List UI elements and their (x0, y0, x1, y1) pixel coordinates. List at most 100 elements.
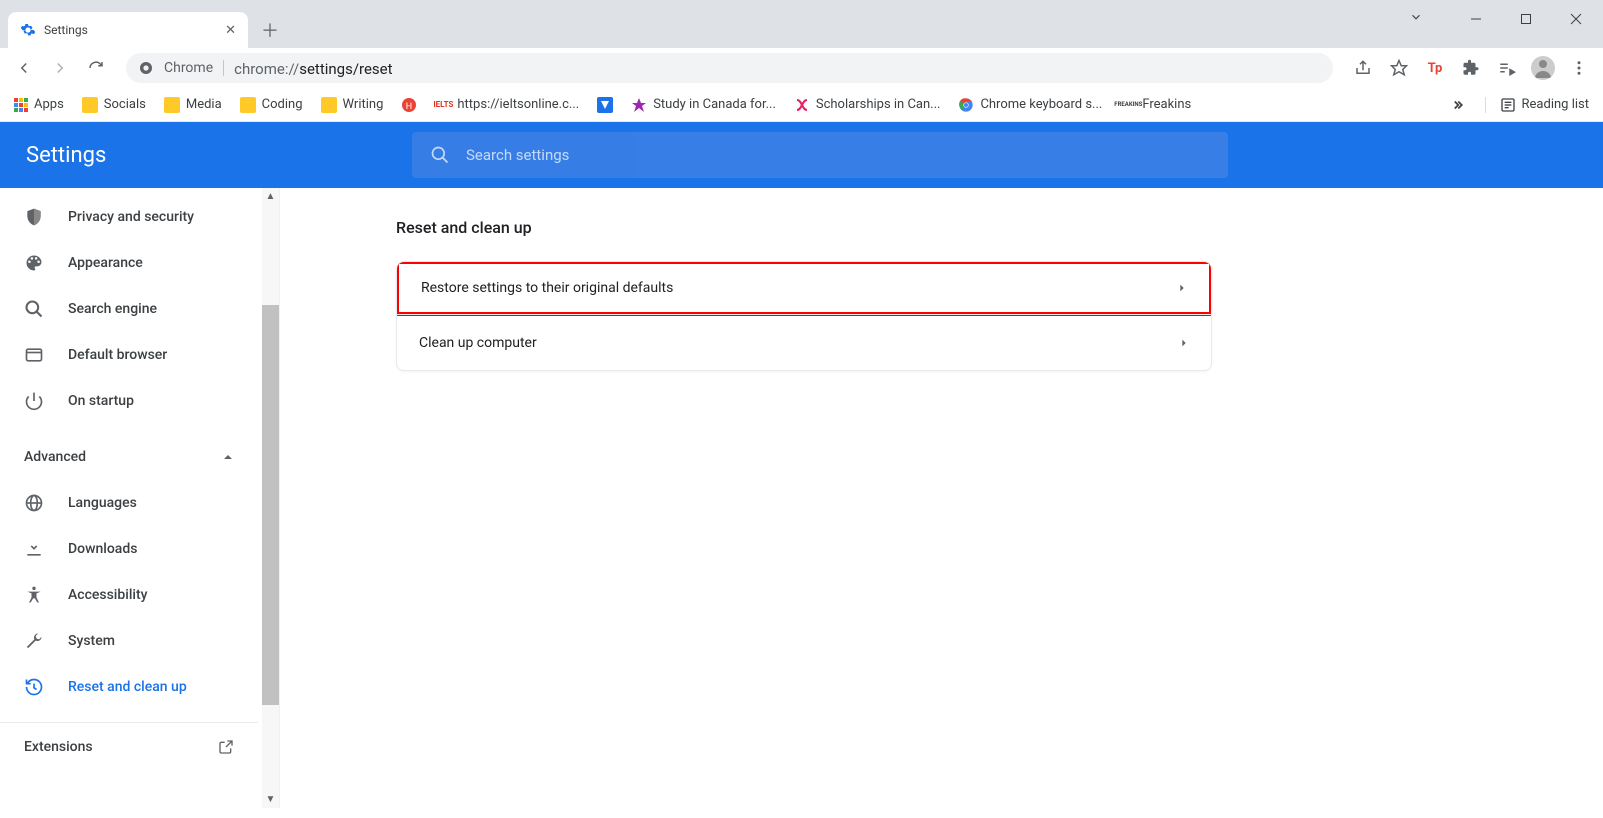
browser-toolbar: Chrome chrome://settings/reset Tp (0, 48, 1603, 88)
browser-tab[interactable]: Settings ✕ (8, 12, 248, 48)
nav-appearance[interactable]: Appearance (0, 240, 260, 286)
chevron-right-icon (1179, 338, 1189, 348)
nav-advanced-toggle[interactable]: Advanced (0, 434, 258, 480)
minimize-button[interactable] (1453, 4, 1499, 34)
site-icon: H (401, 97, 417, 113)
bookmark-folder-coding[interactable]: Coding (240, 97, 303, 113)
site-icon (138, 60, 154, 76)
folder-icon (82, 97, 98, 113)
nav-system[interactable]: System (0, 618, 260, 664)
nav-label: On startup (68, 393, 134, 409)
bookmark-folder-media[interactable]: Media (164, 97, 222, 113)
shield-icon (24, 207, 44, 227)
maximize-button[interactable] (1503, 4, 1549, 34)
profile-avatar[interactable] (1529, 54, 1557, 82)
nav-privacy[interactable]: Privacy and security (0, 194, 260, 240)
nav-on-startup[interactable]: On startup (0, 378, 260, 424)
row-restore-defaults[interactable]: Restore settings to their original defau… (396, 261, 1212, 316)
extension-tp-icon[interactable]: Tp (1421, 54, 1449, 82)
settings-content: Privacy and security Appearance Search e… (0, 188, 1603, 808)
nav-label: Languages (68, 495, 137, 511)
site-icon: FREAKINS (1120, 97, 1136, 113)
nav-label: Extensions (24, 739, 93, 755)
share-icon[interactable] (1349, 54, 1377, 82)
svg-text:H: H (406, 102, 412, 112)
browser-titlebar: Settings ✕ ＋ (0, 0, 1603, 48)
sidebar-scrollbar[interactable]: ▲ ▼ (262, 188, 279, 808)
bookmark-scholarships[interactable]: Scholarships in Can... (794, 97, 941, 113)
nav-label: Appearance (68, 255, 143, 271)
apps-label: Apps (34, 97, 64, 112)
bookmark-star-icon[interactable] (1385, 54, 1413, 82)
window-controls (1453, 4, 1599, 34)
bookmark-icon-1[interactable]: H (401, 97, 417, 113)
browser-icon (24, 345, 44, 365)
search-icon (24, 299, 44, 319)
scroll-thumb[interactable] (262, 305, 279, 705)
bookmarks-overflow[interactable] (1453, 98, 1467, 112)
search-icon (430, 145, 450, 165)
nav-label: Privacy and security (68, 209, 194, 225)
bookmark-ielts[interactable]: IELTShttps://ieltsonline.c... (435, 97, 579, 113)
scroll-down-icon[interactable]: ▼ (262, 791, 279, 808)
menu-icon[interactable] (1565, 54, 1593, 82)
reload-button[interactable] (82, 54, 110, 82)
chevron-right-icon (1177, 283, 1187, 293)
extensions-icon[interactable] (1457, 54, 1485, 82)
folder-icon (164, 97, 180, 113)
nav-label: Search engine (68, 301, 157, 317)
section-title: Reset and clean up (396, 218, 1212, 237)
download-icon (24, 539, 44, 559)
bookmark-canada[interactable]: Study in Canada for... (631, 97, 776, 113)
nav-label: Downloads (68, 541, 137, 557)
bookmark-chrome-kb[interactable]: Chrome keyboard s... (958, 97, 1102, 113)
nav-downloads[interactable]: Downloads (0, 526, 260, 572)
nav-search-engine[interactable]: Search engine (0, 286, 260, 332)
nav-reset-cleanup[interactable]: Reset and clean up (0, 664, 260, 710)
scroll-up-icon[interactable]: ▲ (262, 188, 279, 205)
reset-card: Restore settings to their original defau… (396, 261, 1212, 371)
bookmark-folder-writing[interactable]: Writing (321, 97, 384, 113)
forward-button[interactable] (46, 54, 74, 82)
tab-close-icon[interactable]: ✕ (225, 23, 236, 38)
row-label: Clean up computer (419, 335, 537, 351)
nav-accessibility[interactable]: Accessibility (0, 572, 260, 618)
omnibox[interactable]: Chrome chrome://settings/reset (126, 53, 1333, 83)
bookmarks-bar: Apps Socials Media Coding Writing H IELT… (0, 88, 1603, 122)
gear-icon (20, 22, 36, 38)
reading-list-icon (1500, 97, 1516, 113)
new-tab-button[interactable]: ＋ (256, 16, 284, 44)
site-icon (958, 97, 974, 113)
settings-main: Reset and clean up Restore settings to t… (280, 188, 1603, 808)
site-icon (794, 97, 810, 113)
chevron-up-icon (222, 451, 234, 463)
settings-header: Settings (0, 122, 1603, 188)
tab-search-icon[interactable] (1409, 10, 1423, 24)
nav-label: Accessibility (68, 587, 147, 603)
bookmark-icon-2[interactable] (597, 97, 613, 113)
nav-languages[interactable]: Languages (0, 480, 260, 526)
globe-icon (24, 493, 44, 513)
reading-list-button[interactable]: Reading list (1485, 97, 1589, 113)
folder-icon (240, 97, 256, 113)
apps-icon (14, 98, 28, 112)
settings-title: Settings (0, 143, 300, 168)
reading-list-label: Reading list (1522, 97, 1589, 112)
bookmark-freakins[interactable]: FREAKINSFreakins (1120, 97, 1191, 113)
media-control-icon[interactable] (1493, 54, 1521, 82)
site-icon (597, 97, 613, 113)
settings-search-input[interactable] (466, 146, 1210, 164)
scroll-track[interactable] (262, 205, 279, 791)
settings-search[interactable] (412, 132, 1228, 178)
row-clean-up-computer[interactable]: Clean up computer (397, 314, 1211, 370)
apps-shortcut[interactable]: Apps (14, 97, 64, 112)
omnibox-url: chrome://settings/reset (234, 59, 392, 78)
nav-label: Advanced (24, 449, 86, 465)
nav-default-browser[interactable]: Default browser (0, 332, 260, 378)
row-label: Restore settings to their original defau… (421, 280, 673, 296)
close-window-button[interactable] (1553, 4, 1599, 34)
omnibox-chip: Chrome (164, 60, 213, 76)
back-button[interactable] (10, 54, 38, 82)
bookmark-folder-socials[interactable]: Socials (82, 97, 146, 113)
nav-extensions[interactable]: Extensions (0, 722, 258, 770)
